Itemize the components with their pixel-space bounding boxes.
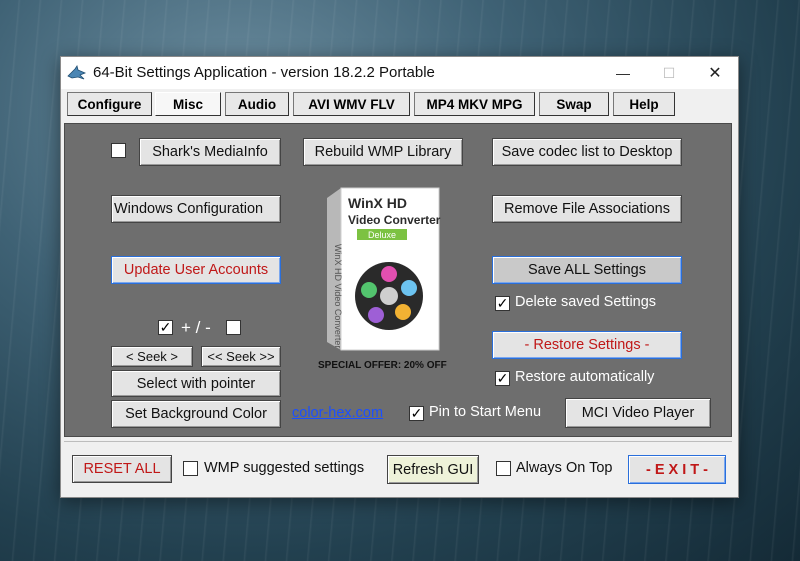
pin-start-menu-checkbox[interactable]: ✓ [409, 406, 424, 421]
misc-panel: Shark's MediaInfo Rebuild WMP Library Sa… [64, 123, 732, 437]
update-user-accounts-button[interactable]: Update User Accounts [111, 256, 281, 284]
promo-title-line2: Video Converter [348, 213, 441, 227]
close-button[interactable]: ✕ [692, 57, 738, 89]
promo-spine: WinX HD Video Converter [333, 244, 343, 348]
color-hex-link[interactable]: color-hex.com [292, 405, 383, 421]
delete-saved-settings-checkbox[interactable]: ✓ [495, 296, 510, 311]
settings-window: 64-Bit Settings Application - version 18… [60, 56, 739, 498]
wmp-suggested-label: WMP suggested settings [204, 460, 365, 476]
maximize-button[interactable]: ☐ [646, 57, 692, 89]
wmp-suggested-checkbox[interactable] [183, 461, 198, 476]
save-all-settings-button[interactable]: Save ALL Settings [492, 256, 682, 284]
save-codec-list-button[interactable]: Save codec list to Desktop [492, 138, 682, 166]
tab-misc[interactable]: Misc [155, 92, 221, 116]
winx-hd-promo-image[interactable]: WinX HD Video Converter Deluxe WinX HD V… [317, 184, 447, 354]
reset-all-button[interactable]: RESET ALL [72, 455, 172, 483]
tab-mp4-mkv-mpg[interactable]: MP4 MKV MPG [414, 92, 535, 116]
promo-badge: Deluxe [368, 230, 396, 240]
tab-swap[interactable]: Swap [539, 92, 609, 116]
special-offer-label: SPECIAL OFFER: 20% OFF [318, 360, 447, 371]
panel-divider [64, 441, 732, 442]
always-on-top-label: Always On Top [516, 460, 613, 476]
window-title: 64-Bit Settings Application - version 18… [93, 64, 435, 81]
shark-mediainfo-checkbox[interactable] [111, 143, 126, 158]
tab-configure[interactable]: Configure [67, 92, 152, 116]
restore-settings-button[interactable]: - Restore Settings - [492, 331, 682, 359]
rebuild-wmp-library-button[interactable]: Rebuild WMP Library [303, 138, 463, 166]
set-background-color-button[interactable]: Set Background Color [111, 400, 281, 428]
seek-forward-button[interactable]: < Seek > [111, 346, 193, 367]
plus-checkbox[interactable]: ✓ [158, 320, 173, 335]
always-on-top-checkbox[interactable] [496, 461, 511, 476]
minus-checkbox[interactable] [226, 320, 241, 335]
seek-back-button[interactable]: << Seek >> [201, 346, 281, 367]
plus-minus-label: + / - [181, 318, 211, 337]
tab-help[interactable]: Help [613, 92, 675, 116]
restore-automatically-checkbox[interactable]: ✓ [495, 371, 510, 386]
minimize-button[interactable]: — [600, 57, 646, 89]
app-shark-icon [67, 65, 87, 80]
promo-title-line1: WinX HD [348, 195, 407, 211]
delete-saved-settings-label: Delete saved Settings [515, 294, 657, 310]
exit-button[interactable]: - E X I T - [628, 455, 726, 484]
pin-start-menu-label: Pin to Start Menu [429, 404, 542, 420]
mci-video-player-button[interactable]: MCI Video Player [565, 398, 711, 428]
tab-avi-wmv-flv[interactable]: AVI WMV FLV [293, 92, 410, 116]
remove-file-associations-button[interactable]: Remove File Associations [492, 195, 682, 223]
shark-mediainfo-button[interactable]: Shark's MediaInfo [139, 138, 281, 166]
refresh-gui-button[interactable]: Refresh GUI [387, 455, 479, 484]
tab-audio[interactable]: Audio [225, 92, 289, 116]
windows-configuration-button[interactable]: Windows Configuration [111, 195, 281, 223]
title-bar[interactable]: 64-Bit Settings Application - version 18… [61, 57, 738, 89]
select-with-pointer-button[interactable]: Select with pointer [111, 370, 281, 397]
restore-automatically-label: Restore automatically [515, 369, 655, 385]
